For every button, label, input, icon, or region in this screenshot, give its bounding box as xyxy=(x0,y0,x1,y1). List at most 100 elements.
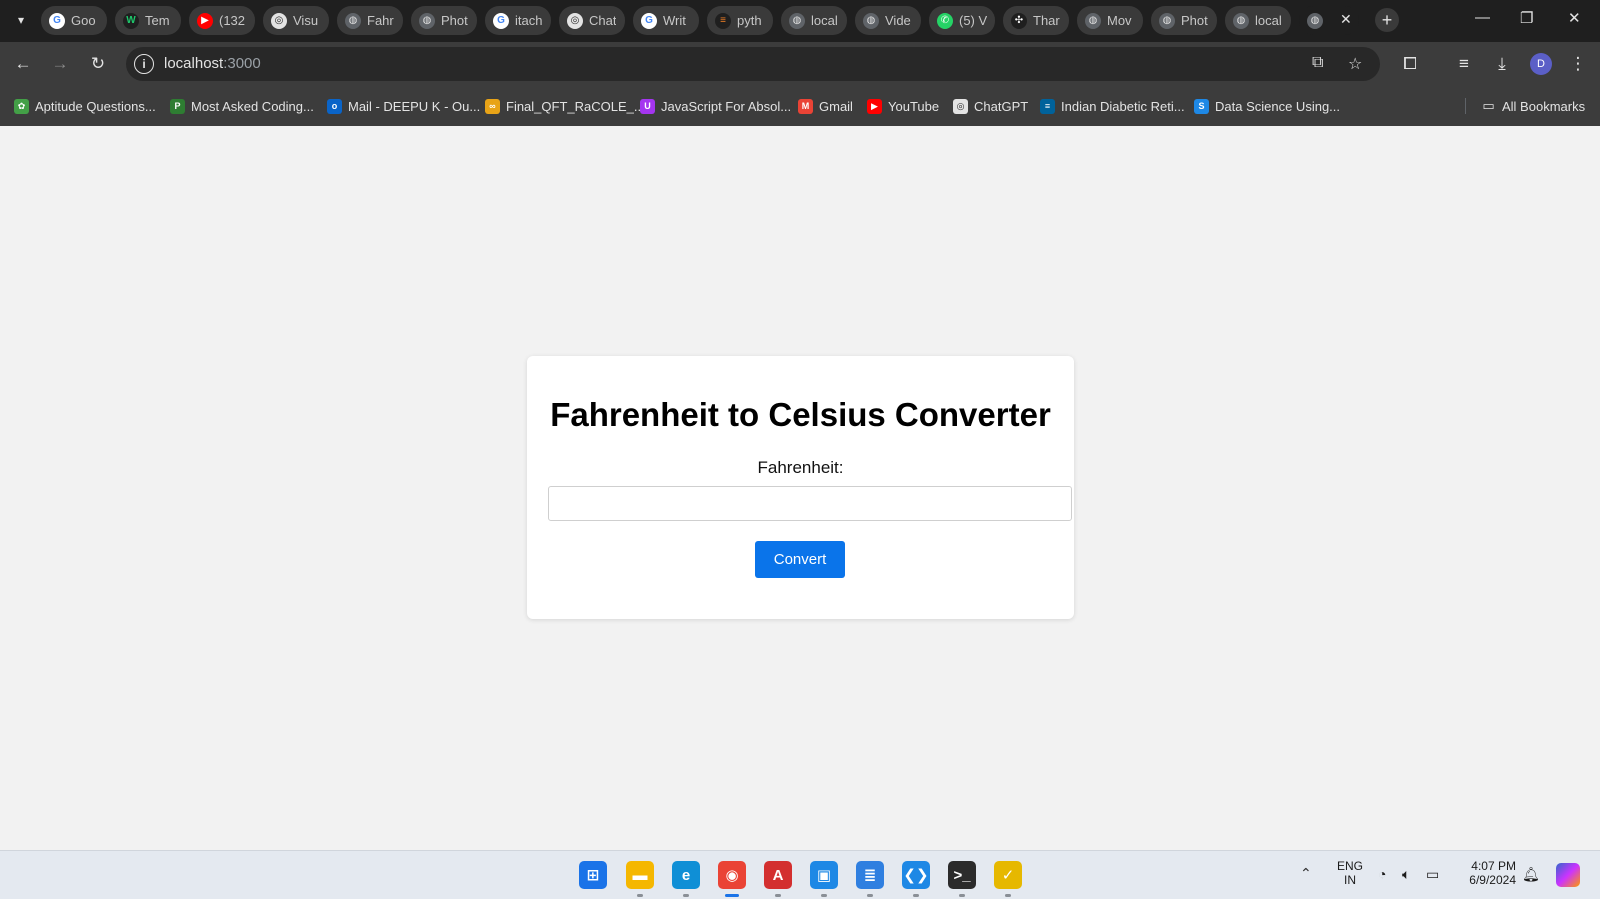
clock[interactable]: 4:07 PM 6/9/2024 xyxy=(1462,859,1516,887)
bookmark-label: Most Asked Coding... xyxy=(191,98,314,114)
running-indicator xyxy=(821,894,827,897)
edge-icon[interactable]: e xyxy=(672,861,700,889)
coding-icon: P xyxy=(170,98,185,114)
bookmark-item[interactable]: U JavaScript For Absol... xyxy=(640,97,791,115)
tab-title: itach xyxy=(515,13,543,28)
openai-icon: ◎ xyxy=(271,12,287,29)
browser-tab[interactable]: G Writ xyxy=(633,6,699,35)
forward-icon[interactable]: → xyxy=(48,52,72,76)
browser-tab[interactable]: ✣ Thar xyxy=(1003,6,1069,35)
browser-tab[interactable]: Gitach xyxy=(485,6,551,35)
tab-title: pyth xyxy=(737,13,762,28)
bookmark-item[interactable]: ∞ Final_QFT_RaCOLE_... xyxy=(485,97,645,115)
tab-strip: ▾ G Goo W Tem ▶ (132 ◎ Visu ◍ Fahr ◍ Phot Gitach ◎ Cha… xyxy=(0,0,1600,42)
show-hidden-icons-chevron-icon[interactable]: ⌃ xyxy=(1300,865,1312,882)
browser-tab[interactable]: ▶ (132 xyxy=(189,6,255,35)
browser-tab[interactable]: ◎ Visu xyxy=(263,6,329,35)
browser-tab[interactable]: ≡ pyth xyxy=(707,6,773,35)
bookmark-label: Indian Diabetic Reti... xyxy=(1061,98,1185,114)
photos-icon[interactable]: ▣ xyxy=(810,861,838,889)
notepad-icon[interactable]: ≣ xyxy=(856,861,884,889)
terminal-icon[interactable]: >_ xyxy=(948,861,976,889)
browser-tab[interactable]: G Goo xyxy=(41,6,107,35)
browser-tab[interactable]: ◍ Mov xyxy=(1077,6,1143,35)
tab-title: local xyxy=(811,13,838,28)
window-close-icon[interactable]: ✕ xyxy=(1568,9,1581,27)
bookmark-star-icon[interactable]: ☆ xyxy=(1348,54,1362,74)
vscode-icon[interactable]: ❮❯ xyxy=(902,861,930,889)
language-indicator[interactable]: ENG IN xyxy=(1334,859,1366,887)
bookmark-item[interactable]: ◎ ChatGPT xyxy=(953,97,1028,115)
bookmark-item[interactable]: ✿ Aptitude Questions... xyxy=(14,97,156,115)
browser-tab[interactable]: ◎ Chat xyxy=(559,6,625,35)
translate-icon[interactable]: ⧉ xyxy=(1312,54,1323,72)
more-menu-icon[interactable]: ⋮ xyxy=(1566,52,1590,76)
running-indicator xyxy=(959,894,965,897)
extensions-icon[interactable]: ⧠ xyxy=(1398,52,1422,76)
tab-search-chevron-icon[interactable]: ▾ xyxy=(9,8,33,32)
volume-icon[interactable]: 🔈︎ xyxy=(1402,866,1410,883)
address-bar[interactable]: i localhost:3000 ⧉ ☆ xyxy=(126,47,1380,81)
minimize-icon[interactable]: — xyxy=(1475,9,1490,26)
norton-icon[interactable]: ✓ xyxy=(994,861,1022,889)
convert-button[interactable]: Convert xyxy=(755,541,845,578)
google-icon: G xyxy=(641,12,657,29)
bookmark-item[interactable]: ▶ YouTube xyxy=(867,97,939,115)
copilot-icon[interactable] xyxy=(1556,863,1580,887)
new-tab-button[interactable]: + xyxy=(1375,8,1399,32)
s-icon: S xyxy=(1194,98,1209,114)
tab-close-icon[interactable]: ✕ xyxy=(1340,11,1352,28)
tab-title: Mov xyxy=(1107,13,1132,28)
running-indicator xyxy=(913,894,919,897)
acrobat-icon[interactable]: A xyxy=(764,861,792,889)
tab-title: local xyxy=(1255,13,1282,28)
reload-icon[interactable]: ↻ xyxy=(86,52,110,76)
wifi-icon[interactable]: ◔ xyxy=(1378,866,1386,882)
browser-tab[interactable]: ◍ Vide xyxy=(855,6,921,35)
windows-taskbar: ⊞ ▬ e ◉ A ▣ ≣ ❮❯ >_ ✓ ⌃ ENG IN ◔ 🔈︎ ▭ 4:07 PM 6/9… xyxy=(0,850,1600,899)
clock-date: 6/9/2024 xyxy=(1469,873,1516,887)
url-text[interactable]: localhost:3000 xyxy=(164,55,261,72)
site-info-icon[interactable]: i xyxy=(134,54,154,74)
stackoverflow-icon: ≡ xyxy=(715,12,731,29)
globe-icon: ◍ xyxy=(1307,12,1323,29)
browser-tab[interactable]: ✆ (5) V xyxy=(929,6,995,35)
bookmark-label: Gmail xyxy=(819,98,853,114)
restore-icon[interactable]: ❐ xyxy=(1520,9,1533,27)
bookmark-item[interactable]: M Gmail xyxy=(798,97,853,115)
globe-icon: ◍ xyxy=(1159,12,1175,29)
download-icon[interactable]: ⤓ xyxy=(1490,52,1514,76)
bookmark-item[interactable]: P Most Asked Coding... xyxy=(170,97,314,115)
globe-icon: ◍ xyxy=(789,12,805,29)
bookmark-item[interactable]: S Data Science Using... xyxy=(1194,97,1340,115)
tab-title: Writ xyxy=(663,13,686,28)
openai-icon: ◎ xyxy=(567,12,583,29)
running-indicator xyxy=(867,894,873,897)
bookmark-item[interactable]: o Mail - DEEPU K - Ou... xyxy=(327,97,480,115)
fahrenheit-input[interactable] xyxy=(548,486,1072,521)
back-icon[interactable]: ← xyxy=(11,52,35,76)
globe-icon: ◍ xyxy=(1085,12,1101,29)
whatsapp-icon: ✆ xyxy=(937,12,953,29)
bookmark-label: JavaScript For Absol... xyxy=(661,98,792,114)
youtube-icon: ▶ xyxy=(867,98,882,114)
page-viewport: Fahrenheit to Celsius Converter Fahrenhe… xyxy=(0,126,1600,850)
bookmark-label: ChatGPT xyxy=(974,98,1029,114)
globe-icon: ◍ xyxy=(419,12,435,29)
windows-start-icon[interactable]: ⊞ xyxy=(579,861,607,889)
browser-tab[interactable]: ◍ local xyxy=(781,6,847,35)
all-bookmarks-button[interactable]: ▭ All Bookmarks xyxy=(1481,97,1585,115)
browser-tab[interactable]: ◍ Phot xyxy=(1151,6,1217,35)
browser-tab[interactable]: ◍ Phot xyxy=(411,6,477,35)
browser-tab[interactable]: ◍ local xyxy=(1225,6,1291,35)
bookmark-item[interactable]: ≡ Indian Diabetic Reti... xyxy=(1040,97,1185,115)
browser-tab[interactable]: W Tem xyxy=(115,6,181,35)
file-explorer-icon[interactable]: ▬ xyxy=(626,861,654,889)
browser-tab[interactable]: ◍ Fahr xyxy=(337,6,403,35)
profile-avatar[interactable]: D xyxy=(1530,53,1552,75)
chrome-icon[interactable]: ◉ xyxy=(718,861,746,889)
ieee-icon: ≡ xyxy=(1040,98,1055,114)
battery-icon[interactable]: ▭ xyxy=(1426,866,1439,883)
reading-list-icon[interactable]: ≡ xyxy=(1452,52,1476,76)
notification-bell-icon[interactable]: 🔔︎ xyxy=(1522,866,1540,883)
